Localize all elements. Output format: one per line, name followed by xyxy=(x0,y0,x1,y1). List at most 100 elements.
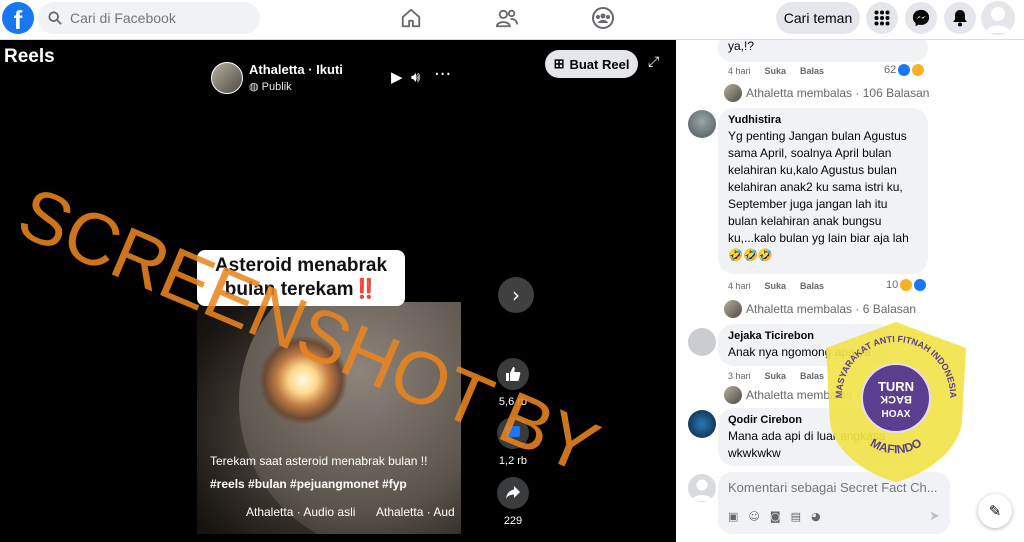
notifications-button[interactable] xyxy=(944,2,976,34)
search-box[interactable] xyxy=(38,2,260,34)
volume-icon[interactable]: 🔊︎ xyxy=(411,68,420,86)
grid-menu-icon xyxy=(874,10,890,26)
search-input[interactable] xyxy=(70,10,240,26)
comments-panel: ya,!? 4 hari Suka Balas 62 Athaletta mem… xyxy=(676,34,1024,542)
share-action[interactable]: 229 xyxy=(496,477,530,527)
video-caption-overlay: Asteroid menabrak bulan terekam‼️ xyxy=(197,250,405,306)
replies-text: Athaletta membalas · 106 Balasan xyxy=(746,86,930,100)
comment-input[interactable] xyxy=(728,480,942,495)
next-reel-button[interactable]: › xyxy=(498,277,534,313)
commenter-name[interactable]: Jejaka Ticirebon xyxy=(728,330,883,342)
comment-meta: 4 hari Suka Balas xyxy=(728,66,824,76)
reply-avatar xyxy=(724,300,742,318)
share-count: 229 xyxy=(503,515,523,527)
facebook-logo-icon[interactable]: f xyxy=(2,2,34,34)
gif-icon[interactable]: ▤ xyxy=(791,510,801,523)
comment-time: 4 hari xyxy=(728,66,751,76)
play-icon[interactable]: ▶ xyxy=(391,68,403,86)
create-reel-button[interactable]: ⊞ Buat Reel xyxy=(545,50,638,78)
like-count: 5,6 rb xyxy=(498,396,528,408)
page-root: { "topbar": { "logo_letter": "f", "searc… xyxy=(0,0,1024,542)
reply-link[interactable]: Balas xyxy=(800,66,824,76)
expand-icon[interactable]: ⤢ xyxy=(648,54,659,70)
thumbs-up-icon xyxy=(497,358,529,390)
view-replies-link[interactable]: Athaletta membalas · 106 Balasan xyxy=(724,84,929,102)
audio-label-1[interactable]: Athaletta · Audio asli xyxy=(246,505,355,519)
reels-heading: Reels xyxy=(4,46,55,67)
user-silhouette-icon xyxy=(985,7,1011,33)
avatar-sticker-icon[interactable]: ◕ xyxy=(811,510,821,523)
send-icon[interactable]: ➤ xyxy=(929,509,940,524)
find-friends-button[interactable]: Cari teman xyxy=(776,2,860,34)
haha-reaction-icon xyxy=(900,279,913,291)
comment-count: 1,2 rb xyxy=(498,455,528,467)
haha-reaction-icon xyxy=(912,64,925,76)
caption-line-2: bulan terekam‼️ xyxy=(224,279,378,300)
like-link[interactable]: Suka xyxy=(765,66,787,76)
like-link[interactable]: Suka xyxy=(765,281,787,291)
like-link[interactable]: Suka xyxy=(765,371,787,381)
chevron-right-icon: › xyxy=(512,283,520,307)
messenger-button[interactable] xyxy=(905,2,937,34)
reply-avatar xyxy=(724,84,742,102)
comment-text: Anak nya ngomong apa ya xyxy=(728,345,871,359)
comment-action[interactable]: 1,2 rb xyxy=(496,417,530,467)
camera-icon[interactable]: ◙ xyxy=(770,510,781,523)
audio-label-2[interactable]: Athaletta · Aud xyxy=(376,505,455,519)
impact-flash xyxy=(259,336,347,424)
like-reaction-icon xyxy=(898,64,911,76)
reply-link[interactable]: Balas xyxy=(800,281,824,291)
reaction-count: 10 xyxy=(886,279,899,291)
caption-line-1: Asteroid menabrak xyxy=(214,255,388,276)
user-silhouette-icon xyxy=(691,479,713,501)
commenter-avatar[interactable] xyxy=(688,110,716,138)
commenter-avatar[interactable] xyxy=(688,328,716,356)
author-name-follow[interactable]: Athaletta · Ikuti xyxy=(249,62,343,77)
replies-text: Athaletta membalas · 2 Balasan xyxy=(746,388,917,402)
comment-text: Mana ada api di luar angkasa wkwkwkw xyxy=(728,429,886,460)
home-tab[interactable] xyxy=(396,4,426,32)
sticker-icon[interactable]: ▣ xyxy=(728,510,738,523)
search-icon xyxy=(48,11,62,25)
groups-tab[interactable] xyxy=(588,4,618,32)
privacy-text: Publik xyxy=(261,81,292,93)
top-navigation-bar: f Cari teman xyxy=(0,0,1024,40)
create-reel-label: Buat Reel xyxy=(569,56,630,72)
menu-button[interactable] xyxy=(866,2,898,34)
reel-video-frame[interactable] xyxy=(197,302,461,534)
commenter-name[interactable]: Qodir Cirebon xyxy=(728,414,908,426)
privacy-label: ◍ Publik xyxy=(249,80,343,93)
commenter-name[interactable]: Yudhistira xyxy=(728,114,918,126)
reel-hashtags[interactable]: #reels #bulan #pejuangmonet #fyp xyxy=(210,477,407,491)
comment-time: 4 hari xyxy=(728,281,751,291)
comment-bubble: Yudhistira Yg penting Jangan bulan Agust… xyxy=(718,108,928,274)
reaction-summary[interactable]: 10 xyxy=(886,279,927,291)
profile-avatar[interactable] xyxy=(981,1,1015,35)
reply-link[interactable]: Balas xyxy=(800,371,824,381)
comment-composer[interactable]: ▣ ☺ ◙ ▤ ◕ ➤ xyxy=(718,472,950,534)
new-message-button[interactable]: ✎ xyxy=(978,494,1012,528)
comment-text: Yg penting Jangan bulan Agustus sama Apr… xyxy=(728,129,909,262)
comment-meta: 3 hari Suka Balas xyxy=(728,371,824,381)
author-avatar[interactable] xyxy=(211,62,243,94)
commenter-avatar[interactable] xyxy=(688,410,716,438)
reels-viewer: Reels Athaletta · Ikuti ◍ Publik ▶ 🔊︎ ··… xyxy=(0,40,676,542)
reel-author[interactable]: Athaletta · Ikuti ◍ Publik xyxy=(211,62,343,94)
composer-tools: ▣ ☺ ◙ ▤ ◕ xyxy=(728,510,821,523)
comment-icon xyxy=(497,417,529,449)
view-replies-link[interactable]: Athaletta membalas · 6 Balasan xyxy=(724,300,916,318)
comment-text: ya,!? xyxy=(728,39,755,53)
reel-plus-icon: ⊞ xyxy=(553,56,565,71)
comment-bubble: Jejaka Ticirebon Anak nya ngomong apa ya xyxy=(718,324,893,366)
replies-text: Athaletta membalas · 6 Balasan xyxy=(746,302,917,316)
reel-description: Terekam saat asteroid menabrak bulan !! xyxy=(210,454,428,468)
more-options-icon[interactable]: ··· xyxy=(434,64,451,85)
emoji-icon[interactable]: ☺ xyxy=(748,510,759,523)
like-action[interactable]: 5,6 rb xyxy=(496,358,530,408)
reaction-summary[interactable]: 62 xyxy=(884,64,925,76)
friends-tab[interactable] xyxy=(492,4,522,32)
reaction-count: 62 xyxy=(884,64,897,76)
home-icon xyxy=(401,8,421,28)
view-replies-link[interactable]: Athaletta membalas · 2 Balasan xyxy=(724,386,916,404)
globe-icon: ◍ xyxy=(249,81,259,93)
